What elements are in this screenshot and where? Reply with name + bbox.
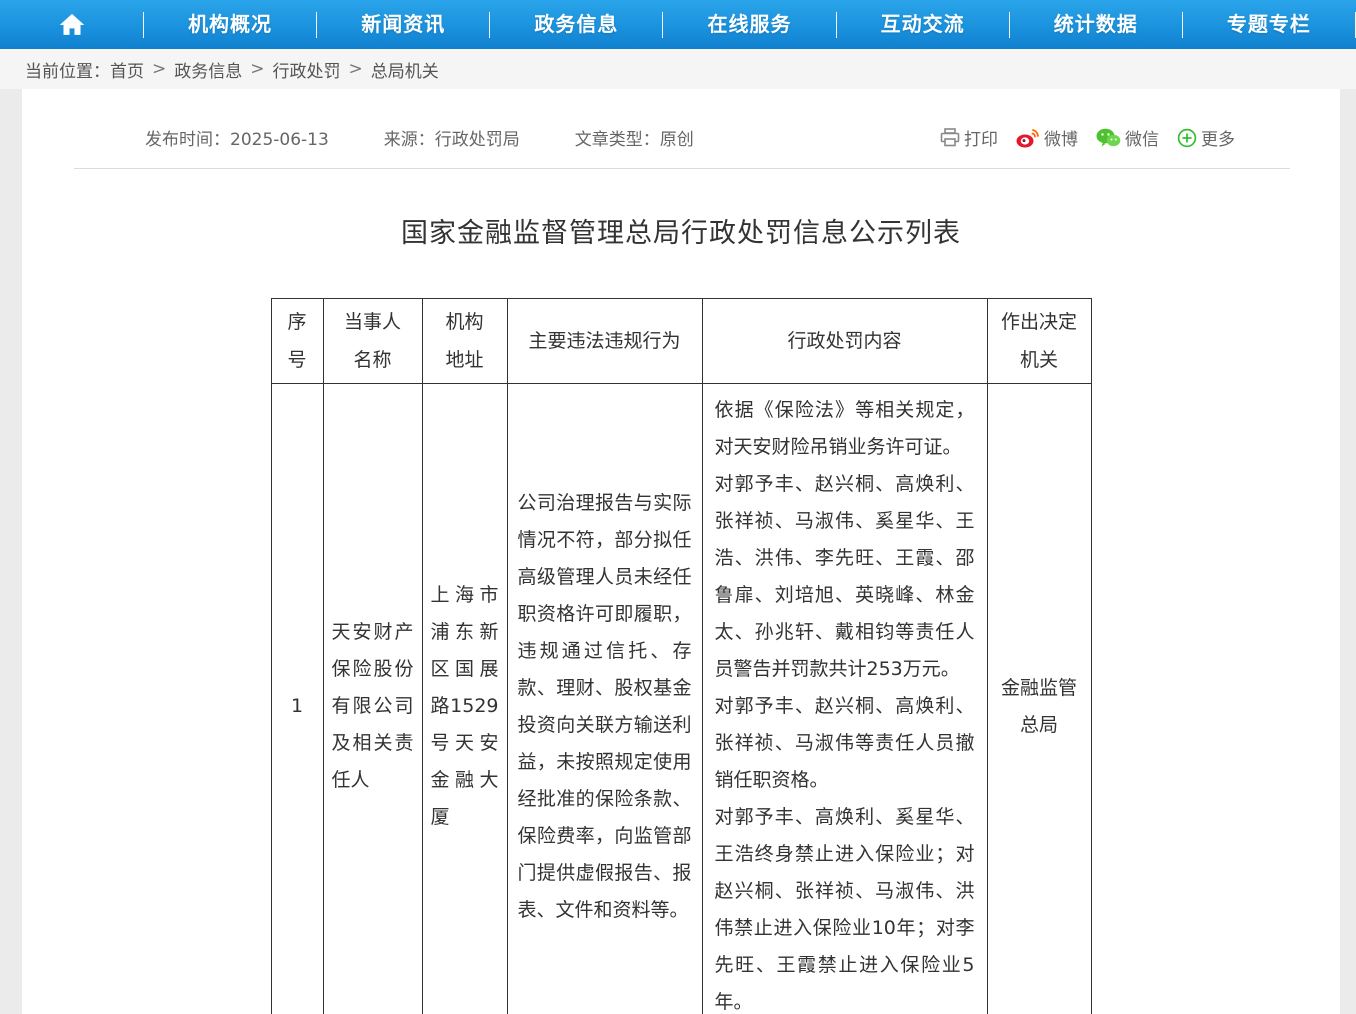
cell-authority: 金融监管总局 [986,383,1092,1014]
nav-home-button[interactable] [0,0,143,49]
breadcrumb: 当前位置： 首页 > 政务信息 > 行政处罚 > 总局机关 [0,49,1356,89]
nav-item-about[interactable]: 机构概况 [144,0,316,49]
nav-item-statistics[interactable]: 统计数据 [1010,0,1182,49]
breadcrumb-label: 当前位置： [25,61,110,82]
table-row: 1 天安财产保险股份有限公司及相关责任人 上海市浦东新区国展路1529号天安金融… [270,383,1092,1014]
cell-address: 上海市浦东新区国展路1529号天安金融大厦 [421,383,508,1014]
more-button[interactable]: 更多 [1177,125,1235,150]
header-authority: 作出决定机关 [986,298,1092,384]
penalty-paragraph: 依据《保险法》等相关规定，对天安财险吊销业务许可证。 [714,399,975,458]
nav-item-gov-info[interactable]: 政务信息 [490,0,662,49]
nav-item-online-service[interactable]: 在线服务 [663,0,835,49]
cell-penalty: 依据《保险法》等相关规定，对天安财险吊销业务许可证。 对郭予丰、赵兴桐、高焕利、… [701,383,988,1014]
print-label: 打印 [964,130,998,150]
wechat-icon [1096,128,1121,148]
article-meta: 发布时间：2025-06-13 来源：行政处罚局 文章类型：原创 打印 微博 微… [22,89,1340,150]
breadcrumb-separator: > [250,59,265,79]
breadcrumb-headquarters[interactable]: 总局机关 [371,57,439,82]
content-panel: 发布时间：2025-06-13 来源：行政处罚局 文章类型：原创 打印 微博 微… [22,89,1340,1014]
publish-date: 发布时间：2025-06-13 [145,130,329,150]
header-party: 当事人名称 [322,298,423,384]
weibo-button[interactable]: 微博 [1016,125,1078,150]
nav-item-news[interactable]: 新闻资讯 [317,0,489,49]
breadcrumb-admin-penalty[interactable]: 行政处罚 [273,57,341,82]
home-icon [57,11,87,39]
cell-violations: 公司治理报告与实际情况不符，部分拟任高级管理人员未经任职资格许可即履职，违规通过… [506,383,703,1014]
source: 来源：行政处罚局 [383,130,520,150]
penalty-paragraph: 对郭予丰、赵兴桐、高焕利、张祥祯、马淑伟、奚星华、王浩、洪伟、李先旺、王霞、邵鲁… [714,473,975,680]
doc-type: 文章类型：原创 [574,130,694,150]
cell-no: 1 [270,383,324,1014]
print-button[interactable]: 打印 [940,125,998,150]
breadcrumb-separator: > [152,59,167,79]
weibo-label: 微博 [1044,130,1078,150]
more-label: 更多 [1201,130,1235,150]
top-navigation: 机构概况 新闻资讯 政务信息 在线服务 互动交流 统计数据 专题专栏 [0,0,1356,49]
breadcrumb-home[interactable]: 首页 [110,57,144,82]
nav-item-interaction[interactable]: 互动交流 [837,0,1009,49]
penalty-paragraph: 对郭予丰、赵兴桐、高焕利、张祥祯、马淑伟等责任人员撤销任职资格。 [714,695,975,791]
wechat-button[interactable]: 微信 [1096,125,1159,150]
breadcrumb-gov-info[interactable]: 政务信息 [174,57,242,82]
page-title: 国家金融监督管理总局行政处罚信息公示列表 [401,218,961,249]
share-actions: 打印 微博 微信 更多 [940,125,1235,150]
plus-circle-icon [1177,128,1197,148]
cell-party: 天安财产保险股份有限公司及相关责任人 [322,383,423,1014]
header-no: 序号 [270,298,324,384]
header-penalty: 行政处罚内容 [701,298,988,384]
penalty-paragraph: 对郭予丰、高焕利、奚星华、王浩终身禁止进入保险业；对赵兴桐、张祥祯、马淑伟、洪伟… [714,806,975,1013]
table-header-row: 序号 当事人名称 机构地址 主要违法违规行为 行政处罚内容 作出决定机关 [270,298,1092,384]
wechat-label: 微信 [1125,130,1159,150]
header-violations: 主要违法违规行为 [506,298,703,384]
nav-item-special-topics[interactable]: 专题专栏 [1183,0,1355,49]
header-address: 机构地址 [421,298,508,384]
penalty-table: 序号 当事人名称 机构地址 主要违法违规行为 行政处罚内容 作出决定机关 1 天… [270,298,1092,1014]
weibo-icon [1016,128,1040,148]
meta-divider [74,168,1290,169]
print-icon [940,128,960,147]
breadcrumb-separator: > [348,59,363,79]
